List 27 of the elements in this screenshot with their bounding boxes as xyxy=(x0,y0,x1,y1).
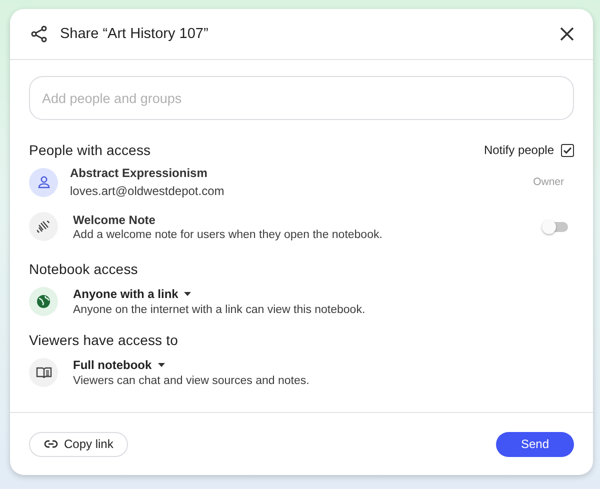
caret-icon xyxy=(158,363,165,367)
person-role: Owner xyxy=(533,176,564,188)
person-email: loves.art@oldwestdepot.com xyxy=(70,184,226,198)
share-icon xyxy=(30,25,48,43)
notify-checkbox[interactable] xyxy=(561,144,574,156)
section-heading: People with access xyxy=(29,142,151,158)
section-heading: Notebook access xyxy=(29,261,138,277)
globe-icon xyxy=(29,287,58,316)
caret-icon xyxy=(184,292,192,296)
copy-link-button[interactable]: Copy link xyxy=(29,432,128,456)
access-dropdown[interactable]: Full notebook xyxy=(73,358,165,372)
notify-label: Notify people xyxy=(484,143,554,157)
welcome-note-title: Welcome Note xyxy=(73,212,156,226)
welcome-note-description: Add a welcome note for users when they open the notebook. xyxy=(73,228,384,240)
person-name: Abstract Expressionism xyxy=(70,166,208,180)
access-description: Anyone on the internet with a link can view this notebook. xyxy=(73,304,366,316)
link-icon xyxy=(44,440,58,448)
send-button[interactable]: Send xyxy=(496,432,574,456)
access-description: Viewers can chat and view sources and notes. xyxy=(73,375,310,387)
add-people-field[interactable]: Add people and groups xyxy=(29,76,574,120)
dialog-title: Share “Art History 107” xyxy=(60,26,210,42)
access-dropdown[interactable]: Anyone with a link xyxy=(73,287,192,301)
book-icon xyxy=(29,358,58,387)
person-avatar-icon xyxy=(29,168,58,196)
close-icon[interactable] xyxy=(560,27,574,41)
section-heading: Viewers have access to xyxy=(29,332,178,348)
welcome-note-toggle[interactable] xyxy=(544,222,568,232)
